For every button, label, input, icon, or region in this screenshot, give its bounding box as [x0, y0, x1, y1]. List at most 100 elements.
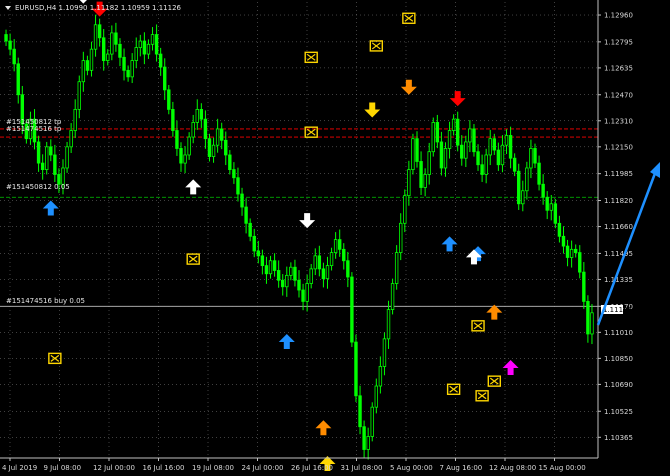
trend-line[interactable] — [596, 167, 659, 326]
candle-body — [386, 309, 391, 340]
candle-body — [508, 135, 513, 159]
arrow-down-shape — [400, 79, 417, 95]
arrow-down-shape — [299, 213, 316, 229]
candle-body — [276, 270, 281, 281]
candle-body — [484, 154, 488, 175]
candle-body — [199, 108, 204, 120]
candle-body — [191, 122, 195, 138]
candle-body — [138, 40, 143, 48]
time-tick-label: 12 Jul 00:00 — [93, 464, 135, 472]
buy-arrow-icon — [278, 333, 295, 349]
candle-body — [557, 222, 562, 237]
candle-body — [49, 146, 53, 156]
candle-body — [553, 203, 558, 224]
candle-body — [565, 245, 570, 258]
candle-body — [224, 139, 228, 156]
candle-body — [118, 43, 122, 58]
candle-body — [252, 235, 256, 252]
candle-body — [488, 138, 492, 156]
candle-body — [569, 248, 574, 258]
candle-body — [146, 43, 151, 55]
candle-body — [236, 177, 240, 195]
price-tick-label: 1.11820 — [604, 197, 633, 205]
candle-body — [256, 250, 261, 257]
candle-body — [81, 60, 86, 83]
candle-body — [85, 60, 90, 71]
candle-body — [321, 268, 326, 280]
candle-body — [403, 195, 407, 224]
candle-body — [93, 24, 98, 50]
price-chart[interactable]: 1.12960 1.12795 1.12635 1.12470 1.12310 1.121… — [0, 0, 670, 476]
buy-arrow-icon — [42, 200, 59, 216]
candle-body — [378, 366, 383, 387]
candle-body — [305, 283, 309, 302]
symbol-header: EURUSD,H4 1.10990 1.11182 1.10959 1.1112… — [15, 4, 182, 12]
cross-box-icon — [487, 375, 502, 387]
cross-markers — [48, 12, 502, 402]
candle-body — [203, 118, 208, 140]
candle-body — [232, 169, 236, 179]
time-tick-label: 26 Jul 16:00 — [291, 464, 333, 472]
time-tick-label: 4 Jul 2019 — [2, 464, 37, 472]
cross-box-icon — [304, 51, 318, 64]
candle-body — [435, 122, 440, 143]
candle-body — [517, 170, 521, 205]
cross-box-icon — [475, 390, 489, 402]
candle-body — [183, 154, 187, 164]
candle-body — [504, 135, 509, 146]
price-tick-label: 1.11010 — [604, 329, 633, 337]
candle-body — [472, 128, 476, 153]
candle-body — [578, 252, 582, 273]
cross-box-icon — [48, 352, 62, 365]
candle-body — [195, 108, 199, 123]
candle-body — [8, 40, 12, 50]
cross-box-icon — [186, 253, 200, 265]
candle-body — [561, 235, 566, 247]
candle-body — [268, 260, 273, 275]
candle-body — [533, 148, 537, 164]
candle-body — [106, 53, 110, 61]
buy-arrow-icon — [486, 304, 503, 320]
buy-arrow-icon — [315, 420, 332, 436]
candle-body — [36, 141, 41, 164]
candle-body — [89, 48, 94, 71]
symbol-menu-icon[interactable] — [5, 6, 11, 10]
candle-body — [61, 167, 65, 185]
order-label-tp-2: #151474516 tp — [6, 125, 62, 133]
current-price-text: 1.11126 — [603, 306, 632, 314]
signal-markers — [42, 0, 519, 471]
candle-body — [346, 260, 350, 278]
time-tick-label: 12 Aug 08:00 — [489, 464, 536, 472]
chart-window[interactable]: 1.12960 1.12795 1.12635 1.12470 1.12310 1.121… — [0, 0, 670, 476]
candle-body — [53, 154, 57, 175]
candle-body — [325, 265, 330, 280]
arrow-down-shape — [449, 91, 466, 107]
price-tick-label: 1.10690 — [604, 381, 633, 389]
candle-body — [317, 255, 322, 270]
price-tick-label: 1.11495 — [604, 250, 633, 258]
price-tick-label: 1.12960 — [604, 12, 633, 20]
candle-body — [293, 266, 297, 281]
candle-body — [158, 53, 163, 68]
candle-body — [167, 89, 171, 110]
candle-body — [333, 239, 338, 253]
candle-body — [586, 301, 590, 335]
order-label-open-1: #151450812 0.05 — [6, 183, 70, 191]
candle-body — [447, 130, 452, 149]
candle-body — [415, 138, 419, 162]
candles — [4, 14, 594, 460]
candle-body — [451, 118, 456, 131]
arrow-up-shape — [441, 236, 458, 252]
candle-body — [179, 148, 183, 164]
candle-body — [419, 161, 423, 188]
price-tick-label: 1.12635 — [604, 64, 633, 72]
candle-body — [289, 266, 293, 276]
candle-body — [215, 128, 220, 146]
candle-body — [142, 40, 147, 55]
candle-body — [370, 406, 374, 437]
buy-arrow-icon — [185, 179, 202, 195]
dropdown-triangle-icon[interactable] — [5, 6, 11, 10]
sell-arrow-icon — [449, 91, 466, 107]
candle-body — [350, 276, 354, 343]
candle-body — [537, 162, 541, 185]
